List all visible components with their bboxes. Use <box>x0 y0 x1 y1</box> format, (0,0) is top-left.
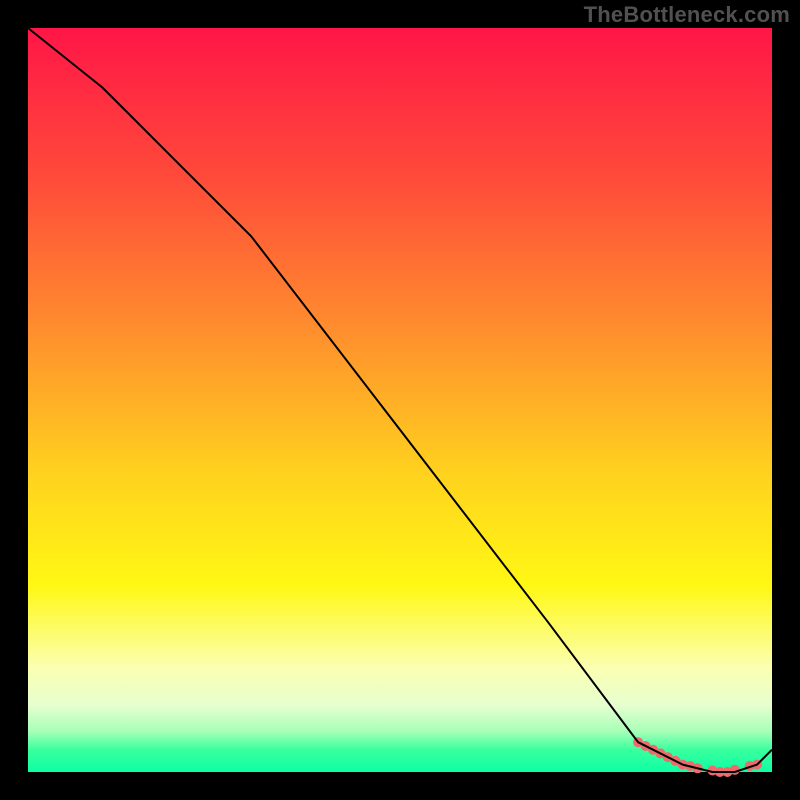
chart-frame: { "watermark": "TheBottleneck.com", "plo… <box>0 0 800 800</box>
bottleneck-chart <box>0 0 800 800</box>
watermark-text: TheBottleneck.com <box>584 2 790 28</box>
plot-background <box>28 28 772 772</box>
